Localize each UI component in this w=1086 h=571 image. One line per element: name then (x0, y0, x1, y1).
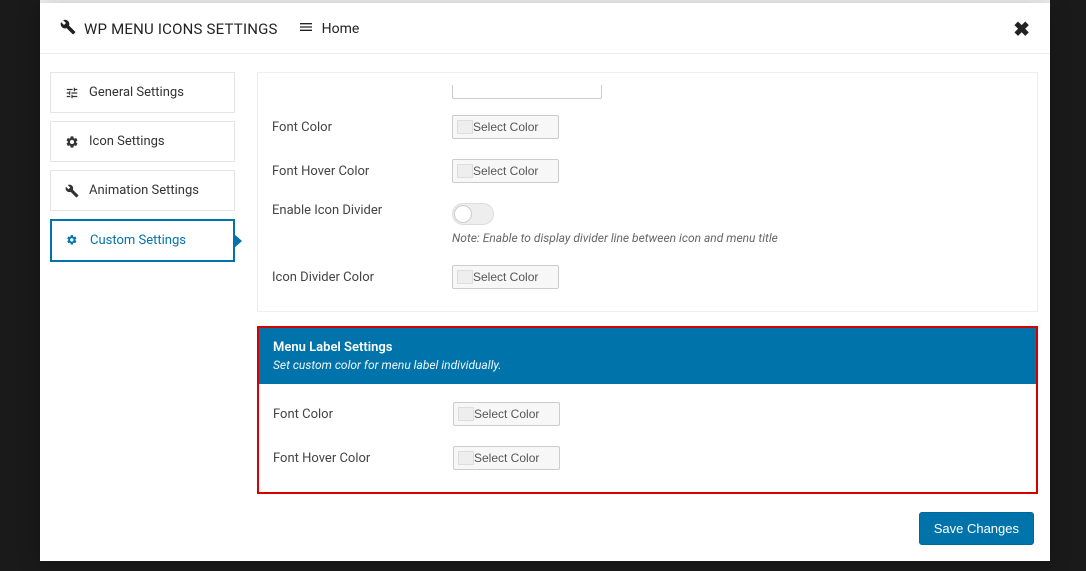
panel-title: Menu Label Settings (273, 340, 1022, 355)
font-color-row: Font Color Select Color (272, 105, 1023, 149)
color-swatch (457, 164, 473, 178)
row-label: Font Hover Color (273, 451, 453, 466)
modal-title: WP MENU ICONS SETTINGS (84, 20, 278, 38)
select-color-button[interactable]: Select Color (452, 265, 559, 289)
select-color-button[interactable]: Select Color (453, 402, 560, 426)
gears-icon (64, 234, 82, 248)
modal-footer: Save Changes (40, 502, 1050, 561)
row-label: Font Color (273, 407, 453, 422)
row-label: Icon Divider Color (272, 270, 452, 285)
partial-input[interactable] (452, 85, 602, 99)
row-label: Font Hover Color (272, 164, 452, 179)
select-color-button[interactable]: Select Color (452, 115, 559, 139)
font-hover-color-row: Font Hover Color Select Color (272, 149, 1023, 193)
row-label: Font Color (272, 120, 452, 135)
wrench-icon (60, 19, 76, 39)
toggle-knob (454, 205, 472, 223)
panel-body: Font Color Select Color Font Hover Color (259, 384, 1036, 492)
breadcrumb-home[interactable]: Home (322, 21, 360, 37)
modal-header: WP MENU ICONS SETTINGS Home ✖ (40, 3, 1050, 54)
panel-body: Font Color Select Color Font Hover Color (258, 73, 1037, 311)
panel-header: Menu Label Settings Set custom color for… (259, 328, 1036, 384)
gear-icon (63, 135, 81, 149)
settings-modal: WP MENU ICONS SETTINGS Home ✖ General Se… (40, 3, 1050, 561)
save-changes-button[interactable]: Save Changes (919, 512, 1034, 545)
sliders-icon (63, 86, 81, 100)
settings-content[interactable]: Font Color Select Color Font Hover Color (245, 54, 1050, 502)
panel-subtitle: Set custom color for menu label individu… (273, 358, 1022, 372)
enable-divider-toggle[interactable] (452, 203, 494, 225)
color-swatch (457, 270, 473, 284)
color-swatch (458, 407, 474, 421)
divider-color-row: Icon Divider Color Select Color (272, 255, 1023, 299)
close-icon[interactable]: ✖ (1013, 17, 1030, 41)
select-color-button[interactable]: Select Color (453, 446, 560, 470)
partial-field-row (272, 81, 1023, 105)
hamburger-icon[interactable] (298, 19, 314, 39)
sidebar-item-general[interactable]: General Settings (50, 72, 235, 113)
enable-divider-row: Enable Icon Divider Note: Enable to disp… (272, 193, 1023, 255)
color-swatch (457, 120, 473, 134)
select-color-button[interactable]: Select Color (452, 159, 559, 183)
icon-settings-panel: Font Color Select Color Font Hover Color (257, 72, 1038, 312)
sidebar-item-custom[interactable]: Custom Settings (50, 219, 235, 262)
settings-sidebar: General Settings Icon Settings Animation… (40, 54, 245, 502)
color-swatch (458, 451, 474, 465)
wrench-icon (63, 184, 81, 198)
label-font-hover-color-row: Font Hover Color Select Color (273, 436, 1022, 480)
menu-label-settings-panel: Menu Label Settings Set custom color for… (257, 326, 1038, 494)
divider-note: Note: Enable to display divider line bet… (452, 231, 1023, 245)
modal-body: General Settings Icon Settings Animation… (40, 54, 1050, 502)
sidebar-item-label: Icon Settings (89, 134, 165, 149)
row-label: Enable Icon Divider (272, 203, 452, 218)
sidebar-item-animation[interactable]: Animation Settings (50, 170, 235, 211)
sidebar-item-label: General Settings (89, 85, 184, 100)
label-font-color-row: Font Color Select Color (273, 392, 1022, 436)
sidebar-item-label: Custom Settings (90, 233, 186, 248)
sidebar-item-label: Animation Settings (89, 183, 199, 198)
sidebar-item-icon[interactable]: Icon Settings (50, 121, 235, 162)
